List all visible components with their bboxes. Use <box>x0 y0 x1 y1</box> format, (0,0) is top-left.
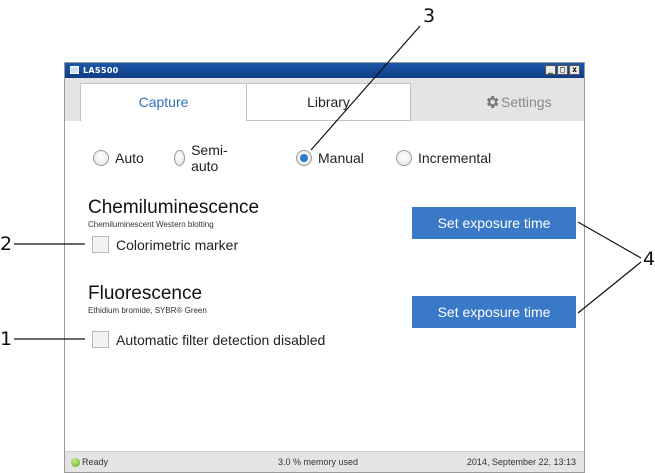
fluor-set-exposure-button[interactable]: Set exposure time <box>412 296 576 328</box>
checkbox-label: Colorimetric marker <box>116 236 239 253</box>
chemiluminescence-subtitle: Chemiluminescent Western blotting <box>88 220 214 229</box>
radio-label: Manual <box>318 150 364 166</box>
status-led-icon <box>71 458 80 467</box>
radio-indicator <box>396 150 412 166</box>
callout-3: 3 <box>423 5 436 27</box>
fluorescence-subtitle: Ethidium bromide, SYBR® Green <box>88 306 207 315</box>
status-bar: Ready 3.0 % memory used 2014, September … <box>65 451 584 472</box>
callout-2: 2 <box>0 233 13 255</box>
date-time: 2014, September 22, 13:13 <box>466 457 576 467</box>
radio-incremental[interactable]: Incremental <box>396 147 491 169</box>
callout-line-4b <box>577 261 642 314</box>
radio-label: Incremental <box>418 150 492 166</box>
filter-detection-checkbox[interactable] <box>92 331 109 348</box>
app-icon <box>70 66 79 74</box>
radio-label: Semi-auto <box>191 142 228 174</box>
radio-indicator <box>174 150 186 166</box>
fluorescence-title: Fluorescence <box>88 283 203 304</box>
status-text: Ready <box>82 457 109 467</box>
tab-capture[interactable]: Capture <box>80 83 247 122</box>
checkbox-label: Automatic filter detection disabled <box>116 331 326 348</box>
settings-label: Settings <box>501 94 552 110</box>
radio-auto[interactable]: Auto <box>93 147 144 169</box>
radio-indicator-selected <box>296 150 312 166</box>
tab-bar: Capture Library Settings <box>65 78 584 122</box>
memory-usage: 3.0 % memory used <box>278 457 359 467</box>
callout-1: 1 <box>0 328 13 350</box>
colorimetric-marker-checkbox[interactable] <box>92 236 109 253</box>
close-button[interactable]: x <box>569 65 580 75</box>
title-bar[interactable]: LAS500 _ □ x <box>65 63 584 78</box>
capture-panel: Auto Semi-auto Manual Incremental Chemil… <box>65 121 584 452</box>
callout-4: 4 <box>643 248 655 270</box>
gear-icon <box>486 96 499 108</box>
settings-button[interactable]: Settings <box>434 83 584 121</box>
window-controls: _ □ x <box>545 65 580 75</box>
window-title: LAS500 <box>83 66 119 75</box>
filter-detection-option[interactable]: Automatic filter detection disabled <box>92 331 325 348</box>
radio-manual[interactable]: Manual <box>296 147 364 169</box>
radio-label: Auto <box>115 150 144 166</box>
radio-indicator <box>93 150 109 166</box>
chemi-set-exposure-button[interactable]: Set exposure time <box>412 207 576 239</box>
chemiluminescence-title: Chemiluminescence <box>88 197 260 218</box>
radio-semi-auto[interactable]: Semi-auto <box>174 142 233 174</box>
minimize-button[interactable]: _ <box>545 65 556 75</box>
callout-line-4a <box>577 221 642 259</box>
tab-library[interactable]: Library <box>247 83 411 121</box>
maximize-button[interactable]: □ <box>557 65 568 75</box>
app-window: LAS500 _ □ x Capture Library Settings Au… <box>64 62 585 473</box>
colorimetric-marker-option[interactable]: Colorimetric marker <box>92 236 238 253</box>
